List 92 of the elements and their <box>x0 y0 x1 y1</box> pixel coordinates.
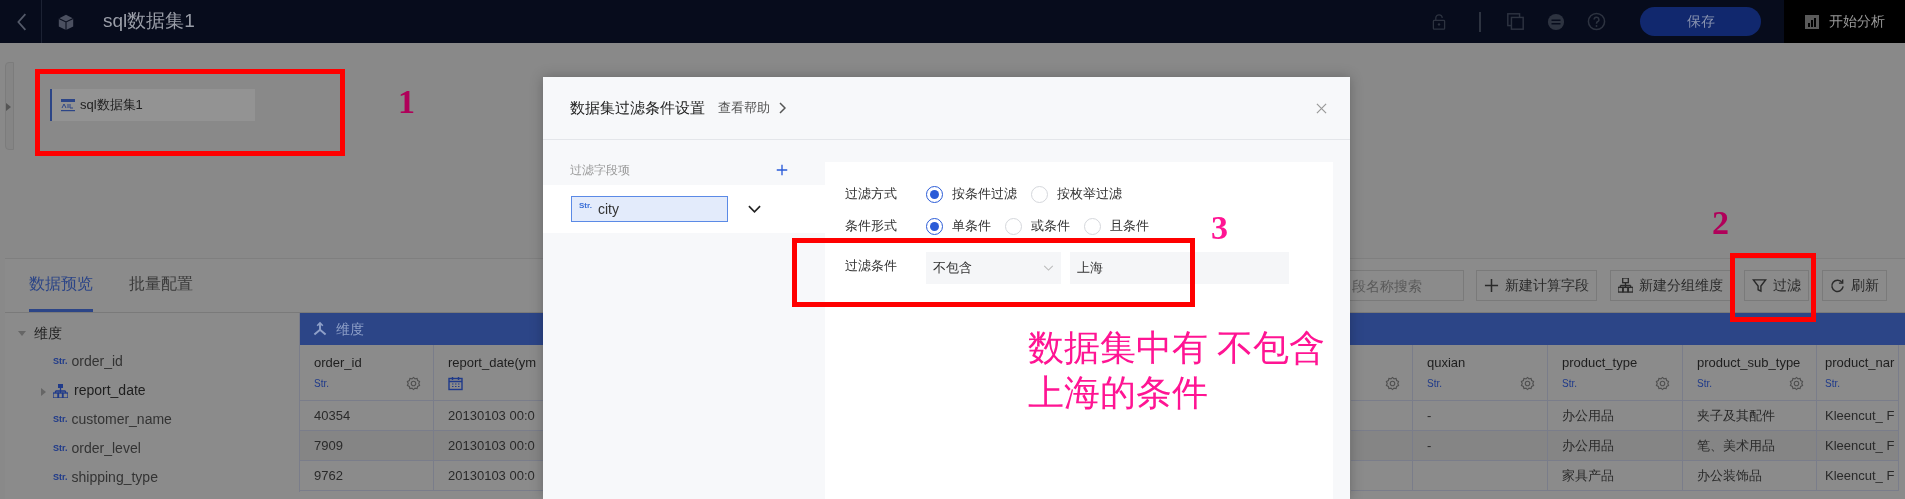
help-icon[interactable] <box>1587 12 1606 31</box>
type-label: Str. <box>53 470 68 484</box>
tree-group-label[interactable]: 维度 <box>34 322 62 344</box>
radio-label[interactable]: 按条件过滤 <box>952 184 1017 204</box>
chevron-down-icon[interactable] <box>748 205 761 213</box>
radio-label[interactable]: 且条件 <box>1110 216 1149 236</box>
settings-icon[interactable] <box>1655 376 1670 391</box>
table-cell: 办公用品 <box>1548 431 1682 461</box>
chevron-right-icon <box>779 102 786 114</box>
type-label: Str. <box>53 354 68 368</box>
add-icon[interactable] <box>776 163 788 176</box>
swap-icon[interactable] <box>1547 12 1565 31</box>
calendar-icon <box>448 376 463 391</box>
caret-icon[interactable] <box>6 103 11 111</box>
table-cell: 20130103 00:0 <box>434 431 543 461</box>
caret-icon[interactable] <box>18 329 26 337</box>
type-label: Str. <box>1825 377 1840 391</box>
table-cell: 7909 <box>300 431 433 461</box>
column-header[interactable]: product_nar Str. <box>1817 345 1898 401</box>
field-name[interactable]: shipping_type <box>71 467 158 488</box>
sql-icon <box>61 98 75 112</box>
annotation-number: 1 <box>398 84 415 120</box>
hierarchy-icon <box>53 383 68 398</box>
toolbar-button[interactable]: 新建计算字段 <box>1476 270 1597 301</box>
column-header[interactable]: product_type Str. <box>1548 345 1682 401</box>
column-name: report_date(ym <box>448 354 538 372</box>
field-name[interactable]: order_level <box>71 438 141 459</box>
refresh-icon <box>1830 278 1845 293</box>
column-name: order_id <box>314 354 363 372</box>
page-title: sql数据集1 <box>103 9 195 34</box>
annotation-number: 3 <box>1211 210 1228 246</box>
cube-icon <box>57 12 75 31</box>
column-name: quxian <box>1427 354 1467 372</box>
type-label: Str. <box>1697 377 1712 391</box>
annotation-note: 数据集中有 不包含 上海的条件 <box>1028 327 1325 415</box>
chevron-down-icon <box>1043 265 1054 271</box>
field-name[interactable]: order_id <box>71 351 123 372</box>
table-cell: 家具产品 <box>1548 461 1682 491</box>
column-header[interactable]: order_id Str. <box>300 345 433 401</box>
settings-icon[interactable] <box>1789 376 1804 391</box>
table-cell: 9762 <box>300 461 433 491</box>
plus-icon <box>1484 278 1499 293</box>
collapse-strip[interactable] <box>5 62 14 150</box>
table-cell: 办公装饰品 <box>1683 461 1816 491</box>
type-label: Str. <box>1562 377 1577 391</box>
type-label: Str. <box>53 412 68 426</box>
save-button[interactable]: 保存 <box>1640 7 1761 36</box>
field-name[interactable]: customer_name <box>71 409 172 430</box>
table-cell: Kleencut_ F <box>1817 461 1898 491</box>
column-header[interactable]: quxian Str. <box>1413 345 1547 401</box>
settings-icon[interactable] <box>1520 376 1535 391</box>
field-name[interactable]: report_date <box>74 380 146 401</box>
setting-label: 过滤条件 <box>845 257 898 275</box>
operator-dropdown[interactable]: 不包含 <box>926 252 1061 284</box>
table-cell: - <box>1413 431 1547 461</box>
dialog-title: 数据集过滤条件设置 <box>570 97 705 118</box>
hierarchy-icon <box>1618 278 1633 293</box>
toolbar-button[interactable]: 新建分组维度 <box>1610 270 1731 301</box>
caret-icon[interactable] <box>41 388 46 396</box>
lock-icon[interactable] <box>1431 11 1447 32</box>
type-label: Str. <box>53 441 68 455</box>
type-label: Str. <box>314 377 329 391</box>
radio-label[interactable]: 按枚举过滤 <box>1057 184 1122 204</box>
bar-chart-icon <box>1805 14 1819 29</box>
field-chip[interactable]: Str. city <box>571 196 728 222</box>
tab[interactable]: 批量配置 <box>129 258 193 312</box>
copy-icon[interactable] <box>1506 12 1525 31</box>
table-cell: 笔、美术用品 <box>1683 431 1816 461</box>
group-label: 维度 <box>336 319 364 339</box>
table-cell: Kleencut_ F <box>1817 431 1898 461</box>
radio-label[interactable]: 或条件 <box>1031 216 1070 236</box>
tab[interactable]: 数据预览 <box>29 258 93 312</box>
setting-label: 过滤方式 <box>845 185 898 204</box>
radio-label[interactable]: 单条件 <box>952 216 991 236</box>
settings-icon[interactable] <box>1385 376 1400 391</box>
dataset-item[interactable]: sql数据集1 <box>50 89 255 121</box>
type-label: Str. <box>1427 377 1442 391</box>
dimension-icon <box>312 321 328 337</box>
settings-icon[interactable] <box>406 376 421 391</box>
filter-icon <box>1752 278 1767 293</box>
toolbar-button[interactable]: 过滤 <box>1744 270 1809 301</box>
close-icon[interactable] <box>1316 102 1327 114</box>
toolbar-button[interactable]: 刷新 <box>1822 270 1887 301</box>
column-name: product_sub_type <box>1697 354 1802 372</box>
column-name: product_nar <box>1825 354 1896 372</box>
annotation-number: 2 <box>1712 205 1729 241</box>
field-list-label: 过滤字段项 <box>570 161 630 179</box>
help-link[interactable]: 查看帮助 <box>718 98 786 118</box>
value-field[interactable]: 上海 <box>1070 252 1289 284</box>
column-name: product_type <box>1562 354 1639 372</box>
column-header[interactable]: product_sub_type Str. <box>1683 345 1816 401</box>
setting-label: 条件形式 <box>845 217 898 236</box>
